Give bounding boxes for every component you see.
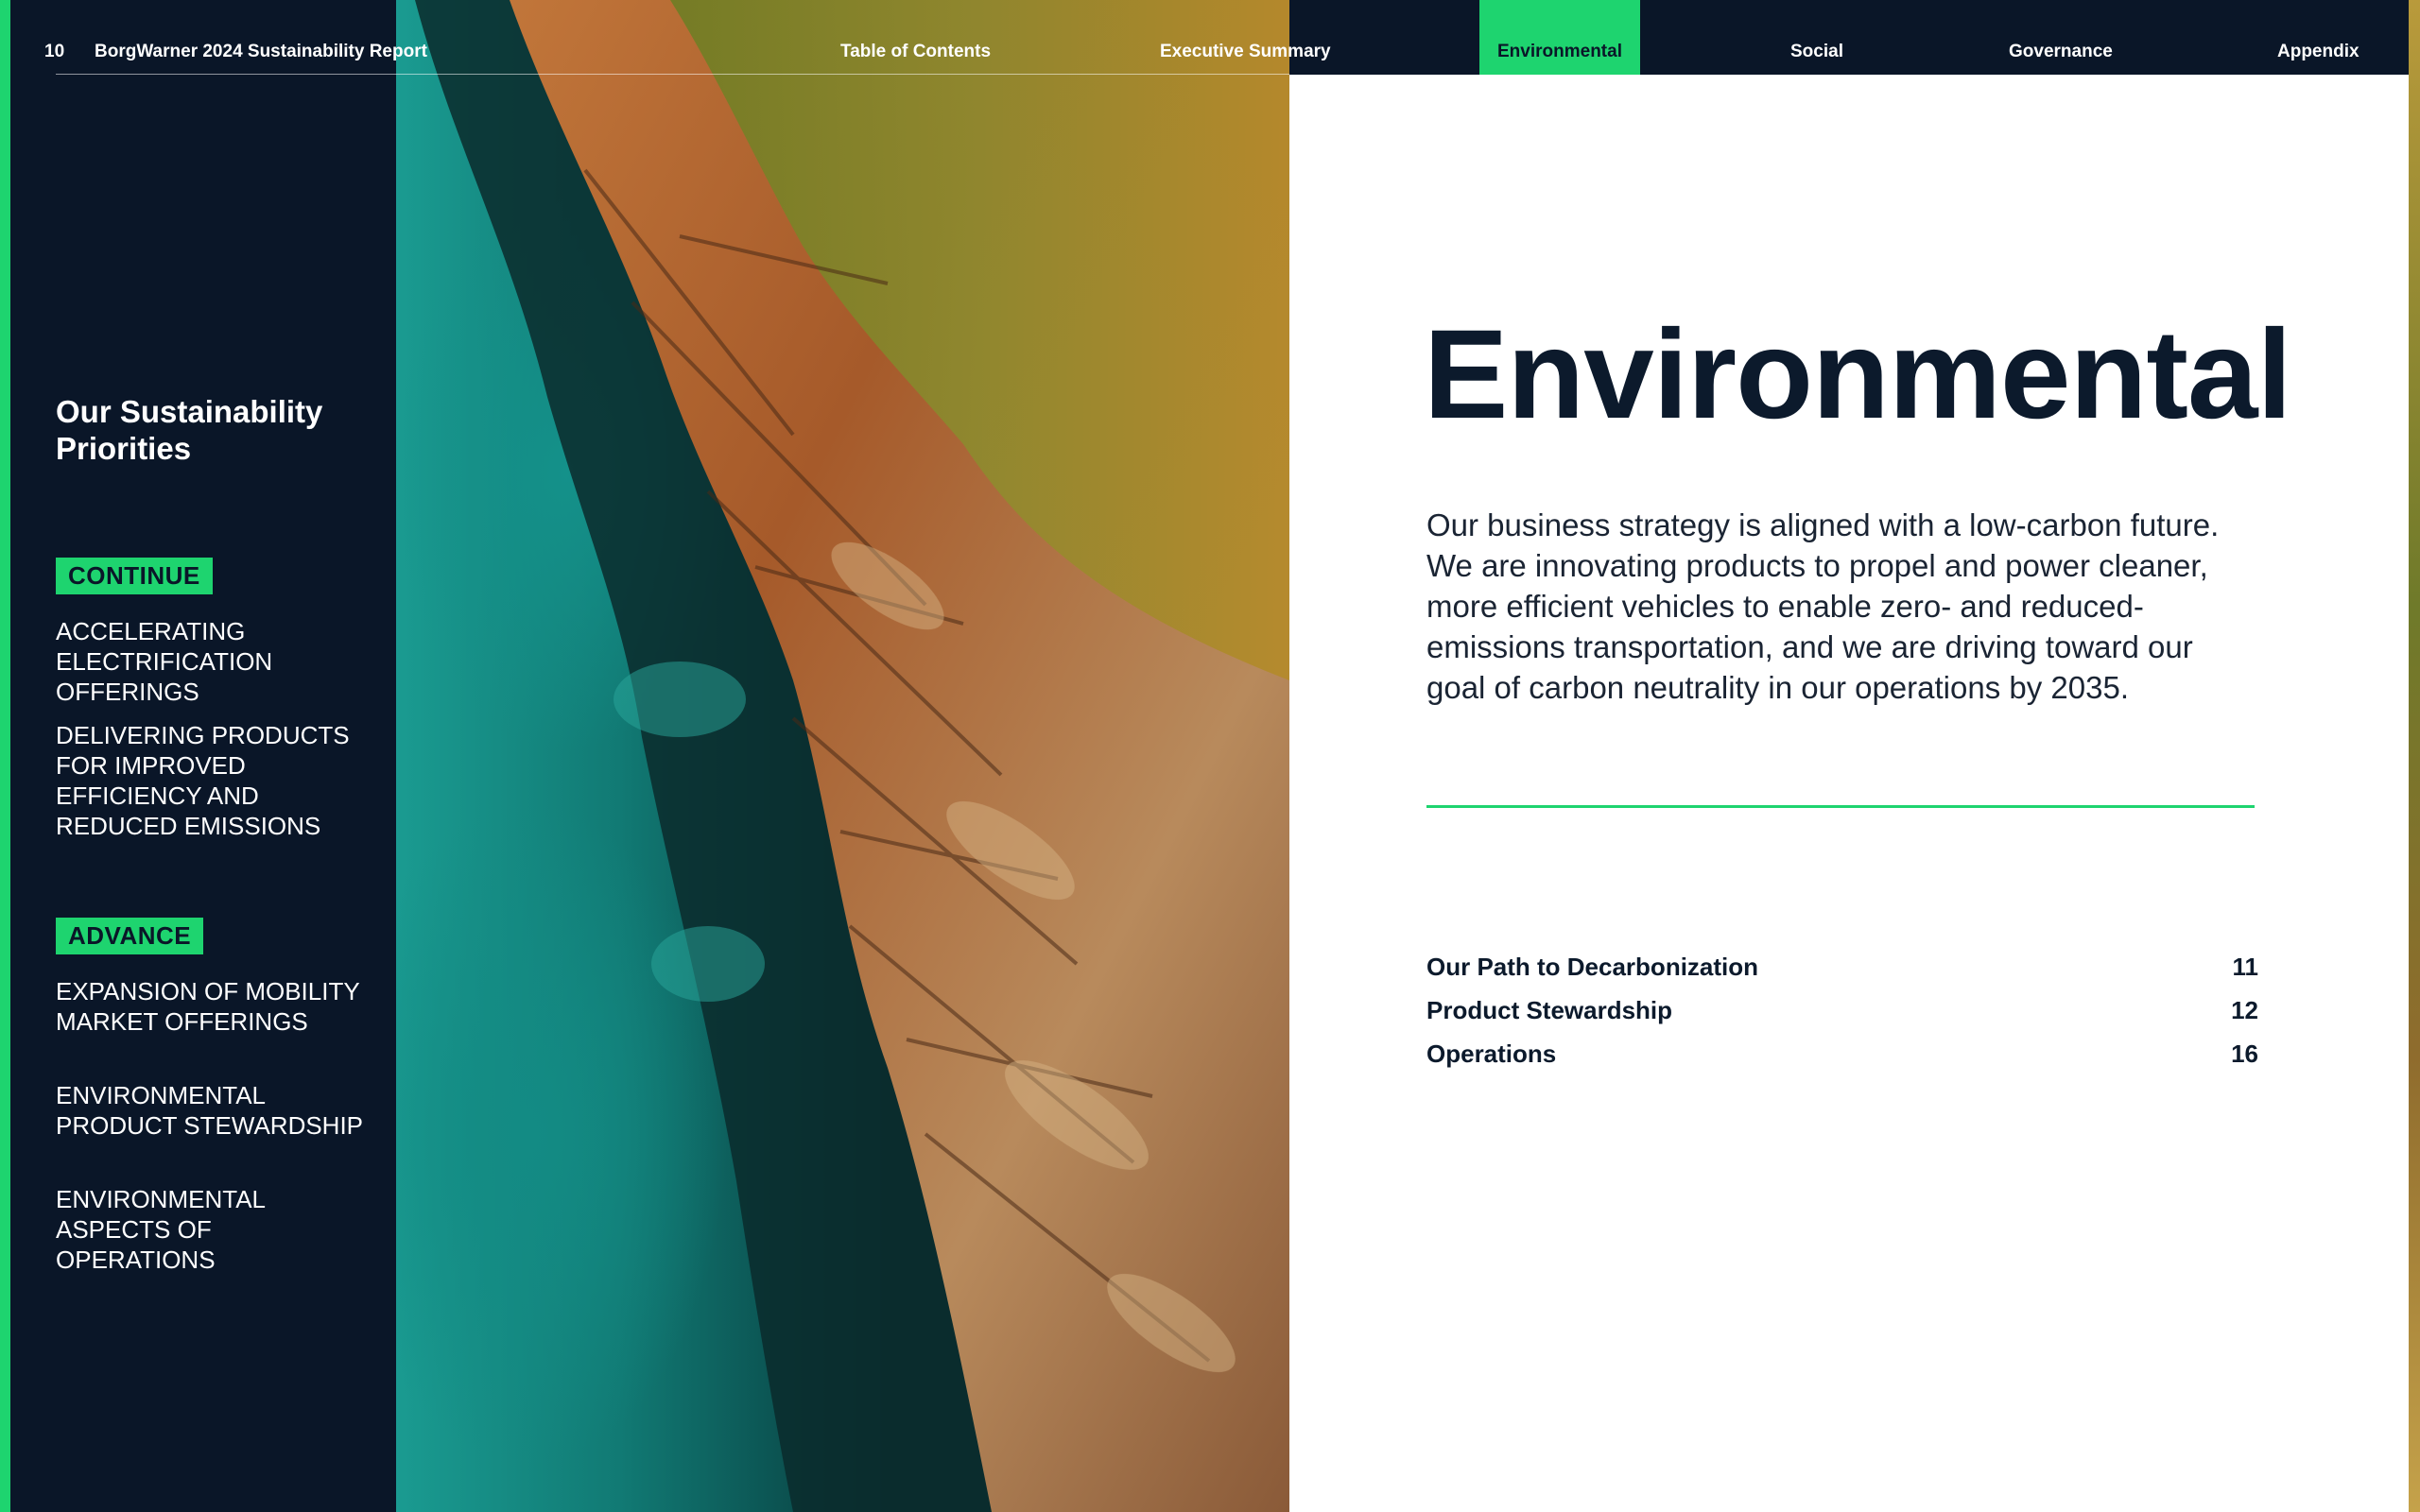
top-navigation-bar bbox=[10, 0, 2409, 75]
nav-governance[interactable]: Governance bbox=[2009, 42, 2113, 62]
aerial-coastline-photo bbox=[396, 0, 1289, 1512]
priority-item: DELIVERING PRODUCTS FOR IMPROVED EFFICIE… bbox=[56, 721, 350, 840]
toc-page-number: 11 bbox=[2232, 952, 2259, 981]
nav-background bbox=[1289, 0, 2409, 75]
toc-link-decarbonization[interactable]: Our Path to Decarbonization 11 bbox=[1426, 948, 2258, 986]
priorities-heading: Our Sustainability Priorities bbox=[56, 394, 323, 466]
photo-edge-strip bbox=[2409, 0, 2420, 1512]
toc-page-number: 12 bbox=[2231, 995, 2258, 1024]
priority-item: ENVIRONMENTAL ASPECTS OF OPERATIONS bbox=[56, 1185, 266, 1274]
report-title: BorgWarner 2024 Sustainability Report bbox=[95, 42, 427, 61]
toc-label: Operations bbox=[1426, 1039, 1557, 1068]
nav-table-of-contents[interactable]: Table of Contents bbox=[840, 42, 991, 62]
priority-item: EXPANSION OF MOBILITY MARKET OFFERINGS bbox=[56, 977, 360, 1036]
toc-label: Product Stewardship bbox=[1426, 995, 1673, 1024]
continue-badge: CONTINUE bbox=[56, 558, 213, 594]
nav-executive-summary[interactable]: Executive Summary bbox=[1160, 42, 1331, 62]
toc-link-operations[interactable]: Operations 16 bbox=[1426, 1035, 2258, 1073]
toc-page-number: 16 bbox=[2231, 1039, 2258, 1068]
nav-environmental[interactable]: Environmental bbox=[1479, 0, 1640, 75]
nav-social[interactable]: Social bbox=[1790, 42, 1843, 62]
accent-stripe bbox=[0, 0, 10, 1512]
advance-badge: ADVANCE bbox=[56, 918, 204, 954]
coastline-illustration bbox=[415, 0, 1289, 1512]
header-rule bbox=[56, 74, 1289, 75]
toc-link-product-stewardship[interactable]: Product Stewardship 12 bbox=[1426, 991, 2258, 1029]
section-divider bbox=[1426, 805, 2255, 808]
toc-label: Our Path to Decarbonization bbox=[1426, 952, 1759, 981]
intro-paragraph: Our business strategy is aligned with a … bbox=[1426, 507, 2220, 705]
content-page bbox=[1289, 75, 2409, 1512]
nav-appendix[interactable]: Appendix bbox=[2277, 42, 2360, 62]
page-number: 10 bbox=[44, 42, 65, 61]
priority-item: ENVIRONMENTAL PRODUCT STEWARDSHIP bbox=[56, 1081, 364, 1140]
page-title: Environmental bbox=[1424, 304, 2292, 445]
priority-item: ACCELERATING ELECTRIFICATION OFFERINGS bbox=[56, 617, 273, 706]
